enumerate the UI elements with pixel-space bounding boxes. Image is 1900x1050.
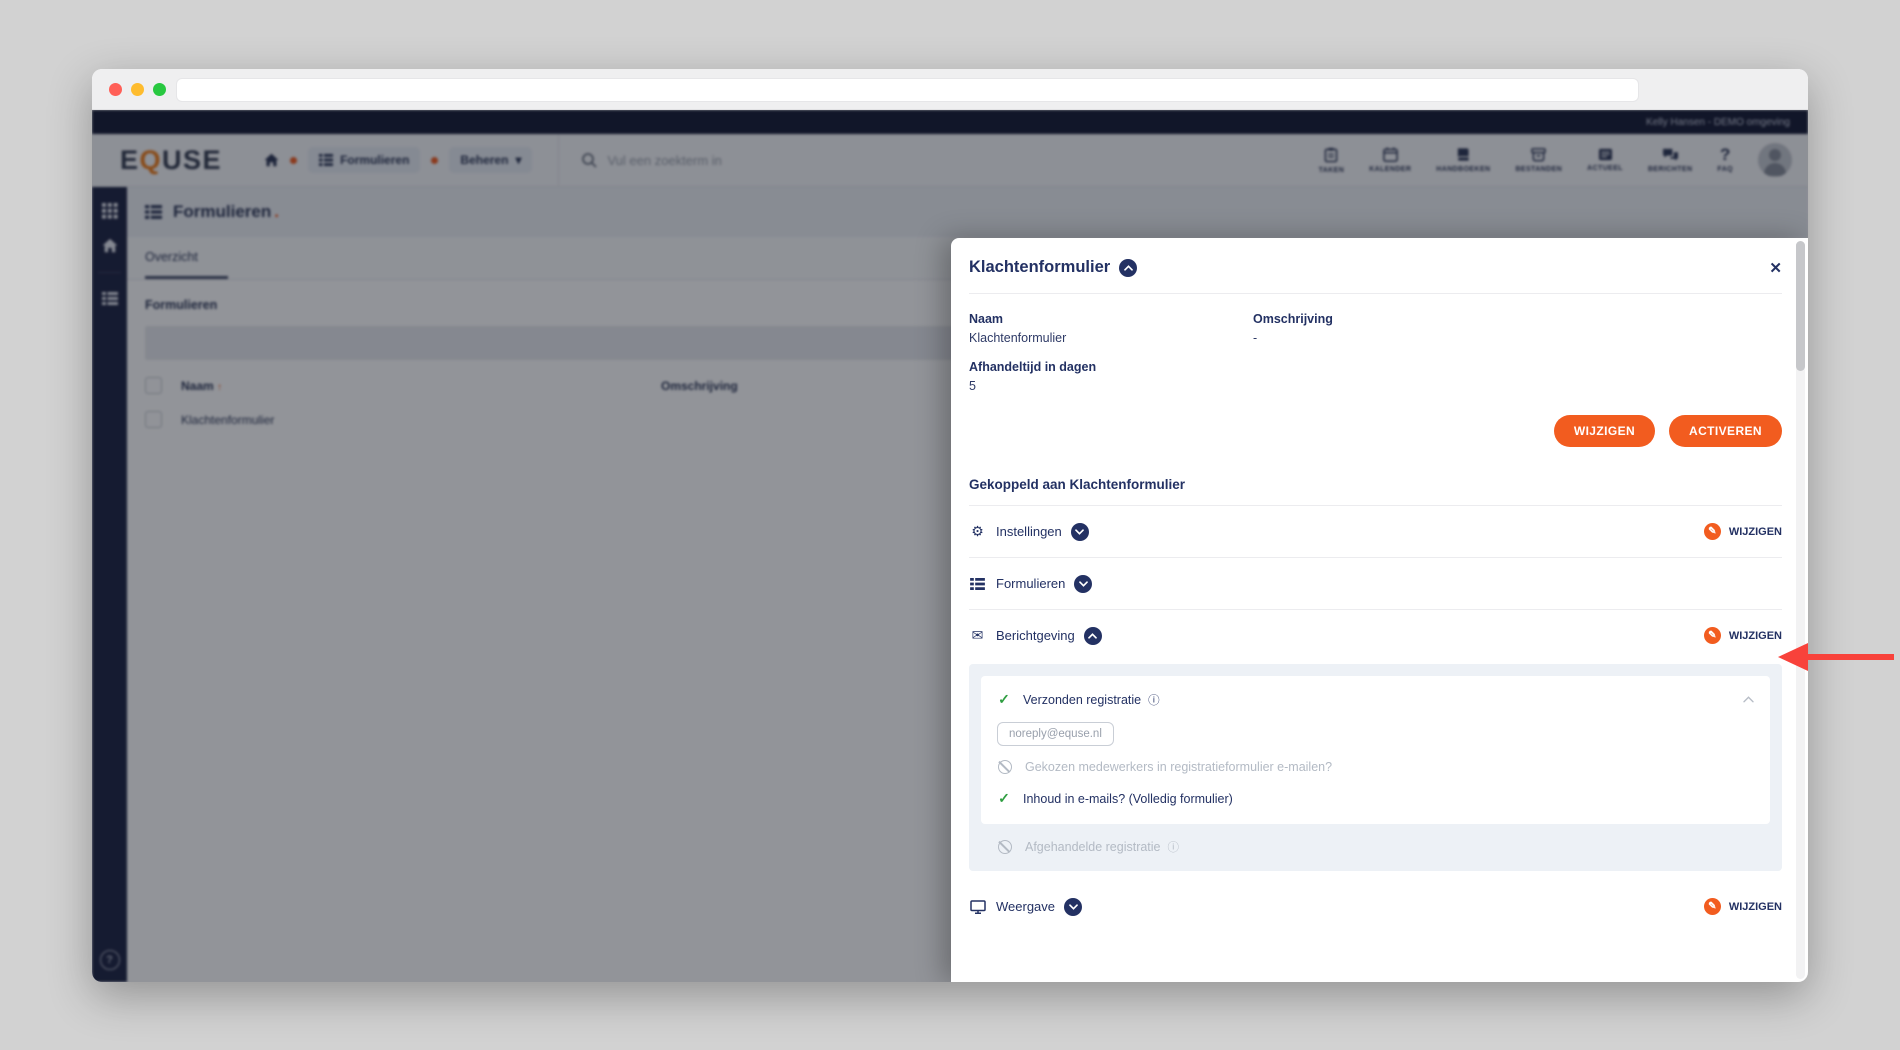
panel-scrollbar[interactable] xyxy=(1796,241,1805,979)
medewerkers-label: Gekozen medewerkers in registratieformul… xyxy=(1025,760,1333,774)
browser-url-bar[interactable] xyxy=(176,78,1639,102)
app-viewport: Kelly Hansen - DEMO omgeving EQUSE Formu… xyxy=(92,110,1808,982)
edit-berichtgeving-button[interactable]: ✎ WIJZIGEN xyxy=(1703,627,1782,644)
activeren-button[interactable]: ACTIVEREN xyxy=(1669,415,1782,447)
browser-window: Kelly Hansen - DEMO omgeving EQUSE Formu… xyxy=(92,69,1808,982)
panel-title: Klachtenformulier xyxy=(969,258,1111,276)
field-omschrijving: Omschrijving - xyxy=(1253,312,1782,345)
check-icon: ✓ xyxy=(998,790,1010,806)
list-icon xyxy=(969,577,986,590)
pencil-icon: ✎ xyxy=(1703,627,1721,644)
field-label: Omschrijving xyxy=(1253,312,1333,326)
verzonden-registratie-card: ✓ Verzonden registratie ⓘ noreply@equse.… xyxy=(981,676,1770,824)
medewerkers-emailen-row: Gekozen medewerkers in registratieformul… xyxy=(997,760,1754,774)
inhoud-emails-row: ✓ Inhoud in e-mails? (Volledig formulier… xyxy=(997,790,1754,807)
annotation-arrow-icon xyxy=(1778,643,1808,671)
section-row-instellingen[interactable]: ⚙ Instellingen ✎ WIJZIGEN xyxy=(969,506,1782,558)
window-minimize-button[interactable] xyxy=(131,83,144,96)
section-label: Formulieren xyxy=(996,576,1066,591)
detail-fields: Naam Klachtenformulier Omschrijving - Af… xyxy=(969,312,1782,393)
field-label: Naam xyxy=(969,312,1004,326)
info-icon[interactable]: ⓘ xyxy=(1148,692,1160,708)
info-icon[interactable]: ⓘ xyxy=(1168,839,1180,855)
inhoud-label: Inhoud in e-mails? (Volledig formulier) xyxy=(1023,791,1233,806)
verzonden-label: Verzonden registratie xyxy=(1023,692,1142,707)
pencil-icon: ✎ xyxy=(1703,523,1721,540)
section-row-weergave[interactable]: Weergave ✎ WIJZIGEN xyxy=(969,881,1782,932)
chevron-down-icon[interactable] xyxy=(1064,897,1083,916)
sender-email-chip[interactable]: noreply@equse.nl xyxy=(997,722,1114,746)
window-zoom-button[interactable] xyxy=(153,83,166,96)
chevron-up-icon xyxy=(1123,264,1133,271)
section-label: Instellingen xyxy=(996,524,1062,539)
browser-chrome xyxy=(92,69,1808,110)
monitor-icon xyxy=(969,899,986,914)
linked-heading: Gekoppeld aan Klachtenformulier xyxy=(969,477,1782,506)
gear-icon: ⚙ xyxy=(971,523,984,539)
field-naam: Naam Klachtenformulier xyxy=(969,312,1253,345)
field-afhandeltijd: Afhandeltijd in dagen 5 xyxy=(969,360,1253,393)
chevron-up-icon[interactable] xyxy=(1083,626,1102,645)
verzonden-registratie-row[interactable]: ✓ Verzonden registratie ⓘ xyxy=(997,691,1754,708)
section-row-formulieren[interactable]: Formulieren xyxy=(969,558,1782,610)
section-label: Weergave xyxy=(996,899,1056,914)
mail-icon: ✉ xyxy=(971,627,984,643)
wijzigen-button[interactable]: WIJZIGEN xyxy=(1553,415,1656,447)
afgehandeld-label: Afgehandelde registratie xyxy=(1025,840,1161,854)
check-icon: ✓ xyxy=(998,691,1010,707)
afgehandelde-registratie-row[interactable]: Afgehandelde registratie ⓘ xyxy=(981,824,1770,859)
section-row-berichtgeving[interactable]: ✉ Berichtgeving ✎ WIJZIGEN xyxy=(969,610,1782,661)
disabled-icon xyxy=(998,840,1012,854)
disabled-icon xyxy=(998,760,1012,774)
edit-instellingen-button[interactable]: ✎ WIJZIGEN xyxy=(1703,523,1782,540)
scrollbar-thumb[interactable] xyxy=(1796,241,1805,371)
window-close-button[interactable] xyxy=(109,83,122,96)
annotation-arrow-shaft xyxy=(1806,654,1894,660)
close-icon[interactable]: ✕ xyxy=(1769,259,1782,277)
action-buttons: WIJZIGEN ACTIVEREN xyxy=(969,415,1782,447)
field-label: Afhandeltijd in dagen xyxy=(969,360,1097,374)
berichtgeving-detail-panel: ✓ Verzonden registratie ⓘ noreply@equse.… xyxy=(969,664,1782,871)
detail-panel: Klachtenformulier ✕ Naam Klachtenformuli… xyxy=(951,238,1808,982)
pencil-icon: ✎ xyxy=(1703,898,1721,915)
chevron-down-icon[interactable] xyxy=(1074,574,1093,593)
field-value: Klachtenformulier xyxy=(969,331,1067,345)
desktop-background: Kelly Hansen - DEMO omgeving EQUSE Formu… xyxy=(0,0,1900,1050)
collapse-panel-button[interactable] xyxy=(1119,258,1138,277)
section-label: Berichtgeving xyxy=(996,628,1075,643)
field-value: - xyxy=(1253,331,1258,345)
field-value: 5 xyxy=(969,379,976,393)
chevron-down-icon[interactable] xyxy=(1070,522,1089,541)
edit-weergave-button[interactable]: ✎ WIJZIGEN xyxy=(1703,898,1782,915)
collapse-card-chevron[interactable] xyxy=(1743,696,1754,703)
panel-header: Klachtenformulier ✕ xyxy=(969,238,1782,294)
